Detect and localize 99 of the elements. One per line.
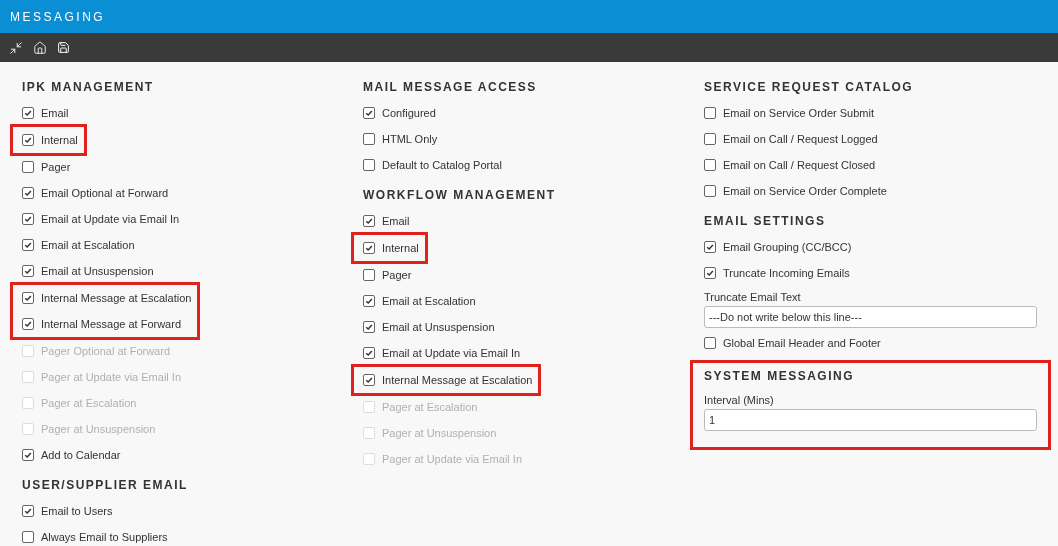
checkbox[interactable]: [704, 107, 716, 119]
checkbox-label: Pager at Escalation: [382, 399, 478, 415]
checkbox[interactable]: [704, 159, 716, 171]
checkbox[interactable]: [704, 267, 716, 279]
section-heading: IPK MANAGEMENT: [22, 79, 155, 96]
checkbox-label: Internal: [382, 240, 419, 256]
field-label: Truncate Email Text: [704, 290, 802, 305]
checkmark-icon: [706, 269, 714, 277]
checkbox-label: Email to Users: [41, 503, 113, 519]
checkmark-icon: [24, 215, 32, 223]
section-heading: WORKFLOW MANAGEMENT: [363, 187, 557, 204]
checkbox-label: Email Grouping (CC/BCC): [723, 239, 852, 255]
checkbox[interactable]: [22, 213, 34, 225]
checkbox-label: Pager: [382, 267, 412, 283]
shrink-arrows-icon[interactable]: [9, 40, 23, 55]
checkbox-label: Pager at Unsuspension: [382, 425, 497, 441]
section-heading: SERVICE REQUEST CATALOG: [704, 79, 915, 96]
checkmark-icon: [24, 241, 32, 249]
checkbox-label: Pager: [41, 159, 71, 175]
checkbox[interactable]: [22, 449, 34, 461]
checkbox[interactable]: [363, 347, 375, 359]
checkmark-icon: [24, 320, 32, 328]
checkbox-label: Configured: [382, 105, 436, 121]
checkmark-icon: [365, 244, 373, 252]
checkmark-icon: [365, 109, 373, 117]
section-heading: SYSTEM MESSAGING: [704, 368, 856, 385]
checkbox-label: Email at Unsuspension: [41, 263, 154, 279]
checkbox-label: Email at Escalation: [382, 293, 476, 309]
checkbox-label: Email: [382, 213, 410, 229]
checkbox[interactable]: [22, 318, 34, 330]
checkmark-icon: [24, 109, 32, 117]
checkbox[interactable]: [363, 159, 375, 171]
checkbox[interactable]: [363, 215, 375, 227]
checkbox-label: Always Email to Suppliers: [41, 529, 168, 545]
checkbox[interactable]: [704, 337, 716, 349]
checkbox-label: Email at Unsuspension: [382, 319, 495, 335]
checkmark-icon: [24, 294, 32, 302]
checkmark-icon: [24, 507, 32, 515]
checkbox-label: Internal Message at Escalation: [382, 372, 533, 388]
checkbox[interactable]: [363, 242, 375, 254]
section-heading: EMAIL SETTINGS: [704, 213, 827, 230]
section-heading: USER/SUPPLIER EMAIL: [22, 477, 189, 494]
section-heading: MAIL MESSAGE ACCESS: [363, 79, 538, 96]
checkbox[interactable]: [363, 321, 375, 333]
checkbox-label: Pager at Update via Email In: [382, 451, 523, 467]
checkmark-icon: [365, 217, 373, 225]
checkbox[interactable]: [22, 134, 34, 146]
checkbox-label: Pager at Unsuspension: [41, 421, 156, 437]
checkbox[interactable]: [363, 133, 375, 145]
checkbox-label: Email on Call / Request Logged: [723, 131, 878, 147]
checkbox[interactable]: [704, 133, 716, 145]
save-icon[interactable]: [57, 41, 70, 54]
checkbox-label: Pager at Update via Email In: [41, 369, 182, 385]
checkmark-icon: [24, 189, 32, 197]
checkbox-label: Internal: [41, 132, 78, 148]
checkbox[interactable]: [22, 239, 34, 251]
checkmark-icon: [24, 136, 32, 144]
checkbox-label: Email at Update via Email In: [382, 345, 521, 361]
checkbox-label: Pager at Escalation: [41, 395, 137, 411]
checkbox[interactable]: [363, 295, 375, 307]
checkbox[interactable]: [22, 187, 34, 199]
checkbox-label: Internal Message at Escalation: [41, 290, 192, 306]
checkmark-icon: [24, 451, 32, 459]
checkbox[interactable]: [704, 185, 716, 197]
checkbox-label: Internal Message at Forward: [41, 316, 181, 332]
checkbox[interactable]: [704, 241, 716, 253]
checkbox-label: HTML Only: [382, 131, 438, 147]
window-title: MESSAGING: [10, 8, 106, 26]
checkbox-label: Email on Call / Request Closed: [723, 157, 876, 173]
checkmark-icon: [24, 267, 32, 275]
home-icon[interactable]: [33, 40, 47, 55]
checkbox[interactable]: [22, 161, 34, 173]
checkbox-label: Email on Service Order Complete: [723, 183, 887, 199]
checkmark-icon: [365, 323, 373, 331]
checkbox-label: Truncate Incoming Emails: [723, 265, 850, 281]
checkbox-label: Email on Service Order Submit: [723, 105, 874, 121]
checkbox-label: Add to Calendar: [41, 447, 121, 463]
checkmark-icon: [365, 297, 373, 305]
checkbox-label: Email: [41, 105, 69, 121]
checkbox[interactable]: [22, 531, 34, 543]
input-field[interactable]: ---Do not write below this line---: [704, 306, 1037, 328]
checkbox-label: Global Email Header and Footer: [723, 335, 881, 351]
checkbox[interactable]: [363, 269, 375, 281]
checkbox[interactable]: [22, 505, 34, 517]
checkbox-label: Email Optional at Forward: [41, 185, 169, 201]
field-label: Interval (Mins): [704, 393, 775, 408]
checkbox[interactable]: [363, 374, 375, 386]
checkbox[interactable]: [22, 265, 34, 277]
checkbox[interactable]: [363, 107, 375, 119]
checkbox-label: Email at Update via Email In: [41, 211, 180, 227]
checkmark-icon: [706, 243, 714, 251]
checkmark-icon: [365, 349, 373, 357]
checkbox[interactable]: [22, 292, 34, 304]
checkbox[interactable]: [22, 107, 34, 119]
checkbox-label: Default to Catalog Portal: [382, 157, 502, 173]
input-field[interactable]: 1: [704, 409, 1037, 431]
checkmark-icon: [365, 376, 373, 384]
checkbox-label: Pager Optional at Forward: [41, 343, 170, 359]
checkbox-label: Email at Escalation: [41, 237, 135, 253]
